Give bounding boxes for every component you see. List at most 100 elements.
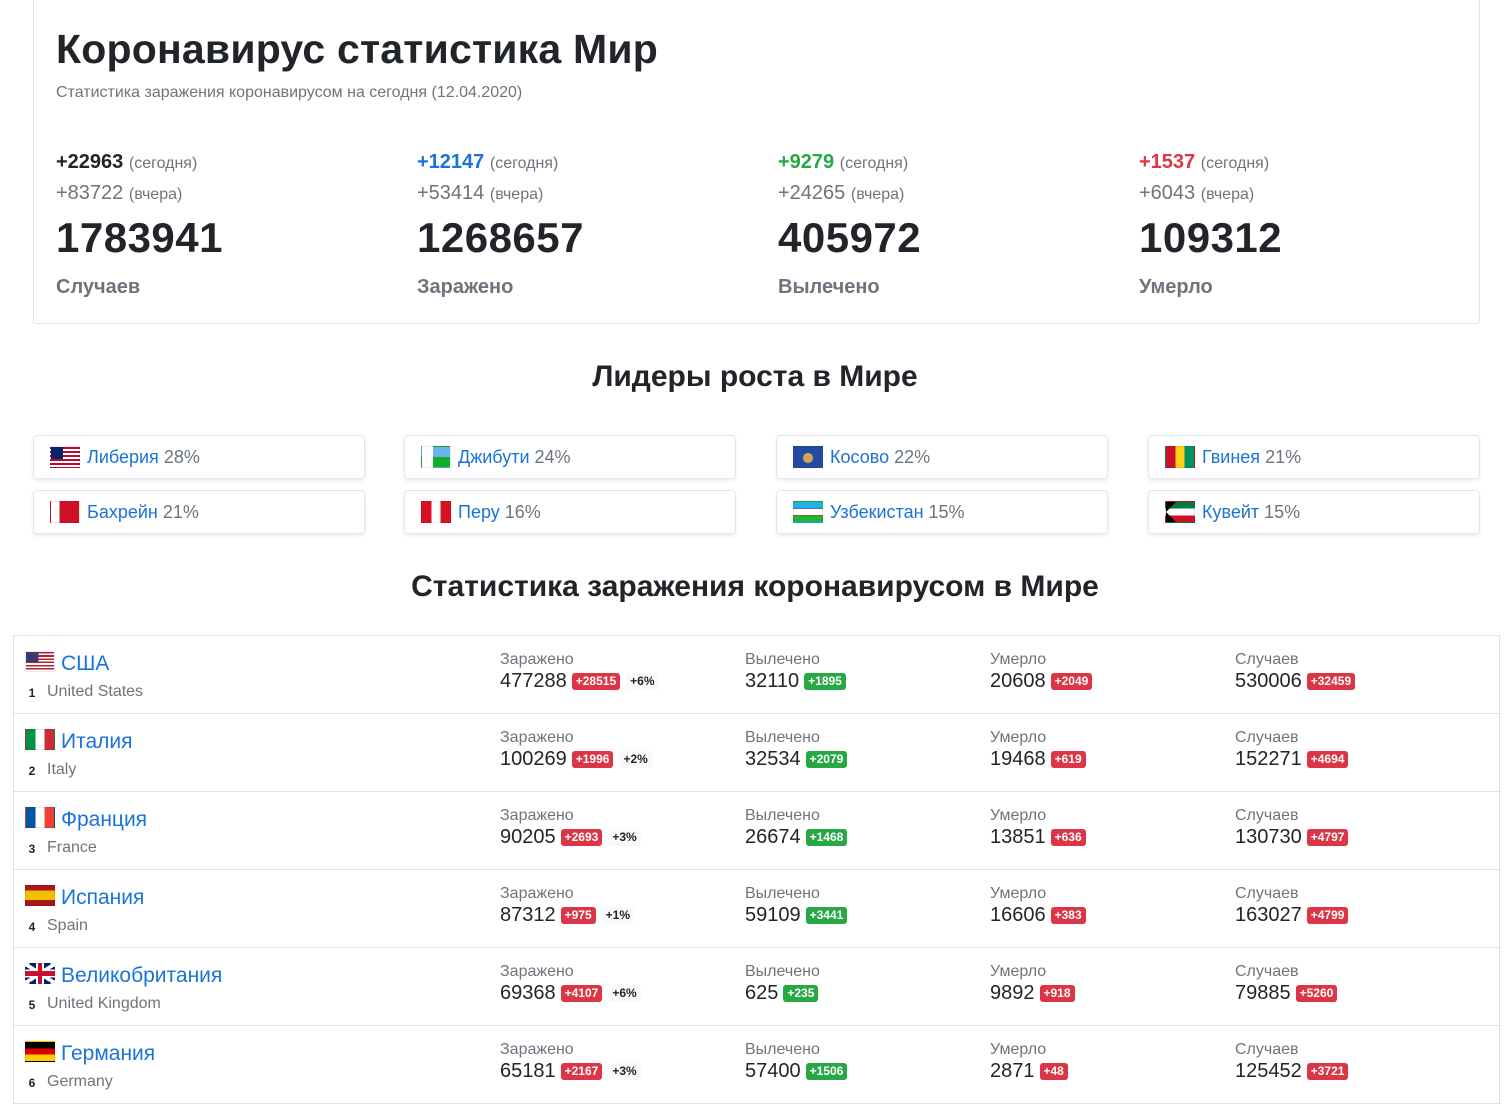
pct-badge: +1% <box>601 907 635 924</box>
delta-badge: +1468 <box>805 829 848 846</box>
delta-badge: +32459 <box>1306 673 1356 690</box>
stat-today: +1537 (сегодня) <box>1139 151 1270 173</box>
table-row: Франция 3 France Заражено 90205 +2693 +3% … <box>13 792 1500 870</box>
pct-badge: +6% <box>608 985 641 1002</box>
metric-cases: Случаев 79885 +5260 <box>1235 963 1338 1005</box>
delta-badge: +1895 <box>804 673 846 690</box>
stat-yesterday: +83722 (вчера) <box>56 182 183 204</box>
metric-deaths: Умерло 2871 +48 <box>990 1041 1068 1083</box>
pct-badge: +3% <box>608 1063 641 1080</box>
leader-name[interactable]: Узбекистан <box>830 502 924 523</box>
peru-flag-icon <box>421 501 451 523</box>
country-link[interactable]: Франция <box>61 808 147 832</box>
country-link[interactable]: Испания <box>61 886 144 910</box>
stat-recovered: +9279 (сегодня) +24265 (вчера) 405972 Вы… <box>778 148 1118 299</box>
stat-total: 1268657 <box>417 214 585 261</box>
guinea-flag-icon <box>1165 446 1195 468</box>
metric-recovered: Вылечено 625 +235 <box>745 963 820 1004</box>
liberia-flag-icon <box>50 446 80 468</box>
leader-pct: 16% <box>504 501 541 522</box>
leader-name[interactable]: Косово <box>830 447 889 468</box>
leader-name[interactable]: Либерия <box>87 447 159 468</box>
leader-card-kosovo[interactable]: Косово 22% <box>776 435 1108 479</box>
table-row: Великобритания 5 United Kingdom Заражено… <box>13 948 1500 1026</box>
leader-card-uzbekistan[interactable]: Узбекистан 15% <box>776 490 1108 534</box>
delta-badge: +3721 <box>1306 1063 1349 1080</box>
leader-card-guinea[interactable]: Гвинея 21% <box>1148 435 1480 479</box>
stat-deaths: +1537 (сегодня) +6043 (вчера) 109312 Уме… <box>1139 148 1479 299</box>
pct-badge: +3% <box>608 829 641 846</box>
leader-pct: 22% <box>894 446 931 467</box>
metric-infected: Заражено 69368 +4107 +6% <box>500 963 641 1005</box>
stat-label: Заражено <box>417 276 514 298</box>
france-flag-icon <box>25 807 55 828</box>
summary-card: Коронавирус статистика Мир Статистика за… <box>33 0 1480 324</box>
delta-badge: +235 <box>783 985 819 1002</box>
delta-badge: +4799 <box>1306 907 1349 924</box>
leader-pct: 15% <box>928 501 965 522</box>
stat-today: +22963 (сегодня) <box>56 151 198 173</box>
delta-badge: +48 <box>1039 1063 1068 1080</box>
spain-flag-icon <box>25 885 55 906</box>
country-name-en: United Kingdom <box>47 995 161 1012</box>
leader-card-djibouti[interactable]: Джибути 24% <box>404 435 736 479</box>
country-link[interactable]: Германия <box>61 1042 155 1066</box>
leader-name[interactable]: Гвинея <box>1202 447 1260 468</box>
page-title: Коронавирус статистика Мир <box>56 26 658 72</box>
metric-infected: Заражено 100269 +1996 +2% <box>500 729 652 771</box>
leader-name[interactable]: Перу <box>458 502 500 523</box>
stat-infected: +12147 (сегодня) +53414 (вчера) 1268657 … <box>417 148 757 299</box>
metric-infected: Заражено 90205 +2693 +3% <box>500 807 641 849</box>
country-link[interactable]: Италия <box>61 730 133 754</box>
metric-infected: Заражено 87312 +975 +1% <box>500 885 635 927</box>
pct-badge: +2% <box>619 751 652 768</box>
djibouti-flag-icon <box>421 446 451 468</box>
stat-label: Случаев <box>56 276 141 298</box>
country-name-en: Germany <box>47 1073 113 1090</box>
delta-badge: +5260 <box>1295 985 1338 1002</box>
delta-badge: +2167 <box>560 1063 603 1080</box>
uzbekistan-flag-icon <box>793 501 823 523</box>
delta-badge: +2079 <box>805 751 848 768</box>
table-row: Германия 6 Germany Заражено 65181 +2167 +3… <box>13 1026 1500 1104</box>
leader-card-kuwait[interactable]: Кувейт 15% <box>1148 490 1480 534</box>
stat-yesterday: +6043 (вчера) <box>1139 182 1255 204</box>
stat-total: 1783941 <box>56 214 224 261</box>
leaders-title: Лидеры роста в Мире <box>592 360 918 393</box>
bahrain-flag-icon <box>50 501 80 523</box>
delta-badge: +2693 <box>560 829 603 846</box>
leader-pct: 24% <box>534 446 571 467</box>
delta-badge: +918 <box>1039 985 1075 1002</box>
leader-card-bahrain[interactable]: Бахрейн 21% <box>33 490 365 534</box>
page-subtitle: Статистика заражения коронавирусом на се… <box>56 84 523 101</box>
metric-deaths: Умерло 13851 +636 <box>990 807 1086 849</box>
rank-badge: 1 <box>28 686 36 700</box>
stat-label: Вылечено <box>778 276 880 298</box>
country-name-en: Spain <box>47 917 88 934</box>
metric-cases: Случаев 152271 +4694 <box>1235 729 1349 771</box>
kosovo-flag-icon <box>793 446 823 468</box>
delta-badge: +619 <box>1050 751 1086 768</box>
country-link[interactable]: США <box>61 652 109 676</box>
leader-pct: 21% <box>162 501 199 522</box>
rank-badge: 3 <box>28 842 36 856</box>
metric-recovered: Вылечено 59109 +3441 <box>745 885 848 927</box>
country-link[interactable]: Великобритания <box>61 964 222 988</box>
leader-card-liberia[interactable]: Либерия 28% <box>33 435 365 479</box>
rank-badge: 5 <box>28 998 36 1012</box>
delta-badge: +383 <box>1050 907 1086 924</box>
delta-badge: +975 <box>560 907 596 924</box>
delta-badge: +636 <box>1050 829 1086 846</box>
metric-recovered: Вылечено 32110 +1895 <box>745 651 846 693</box>
leader-name[interactable]: Бахрейн <box>87 502 158 523</box>
leader-pct: 15% <box>1264 501 1301 522</box>
leader-card-peru[interactable]: Перу 16% <box>404 490 736 534</box>
country-name-en: France <box>47 839 97 856</box>
stat-today: +9279 (сегодня) <box>778 151 909 173</box>
leader-name[interactable]: Джибути <box>458 447 530 468</box>
leader-name[interactable]: Кувейт <box>1202 502 1259 523</box>
delta-badge: +1506 <box>805 1063 848 1080</box>
country-table: США 1 United States Заражено 477288 +2851… <box>13 635 1500 1104</box>
stat-total: 405972 <box>778 214 922 261</box>
delta-badge: +28515 <box>571 673 621 690</box>
